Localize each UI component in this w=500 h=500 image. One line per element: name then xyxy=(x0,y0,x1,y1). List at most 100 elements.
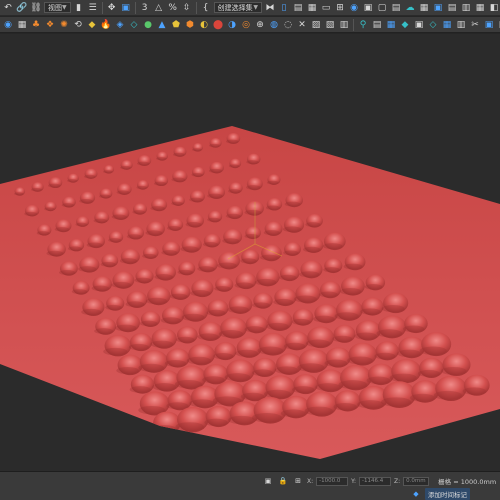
script-icon[interactable]: ◉ xyxy=(2,19,14,31)
plugin-icon-9[interactable]: ⬟ xyxy=(170,19,182,31)
plugin-icon-18[interactable]: ▨ xyxy=(310,19,322,31)
toggle-ribbon-icon[interactable]: ▦ xyxy=(306,2,318,14)
surface-bump-shadow xyxy=(172,152,185,157)
surface-bump-shadow xyxy=(185,222,202,227)
plugin-icon-15[interactable]: ⊕ xyxy=(254,19,266,31)
surface-bump-shadow xyxy=(273,298,294,306)
surface-bump-shadow xyxy=(150,206,165,211)
rendered-frame-icon[interactable]: ▢ xyxy=(376,2,388,14)
add-time-tag-button[interactable]: 添加时间标记 xyxy=(425,488,470,500)
surface-bump-shadow xyxy=(313,315,335,323)
surface-bump-shadow xyxy=(111,281,132,288)
align-icon[interactable]: ▯ xyxy=(278,2,290,14)
lock-icon[interactable]: ⛓ xyxy=(30,2,42,14)
reference-coord-dropdown[interactable]: 视图 ▼ xyxy=(44,2,71,13)
plugin-icon-26[interactable]: ◇ xyxy=(427,19,439,31)
plugin-icon-28[interactable]: ▥ xyxy=(455,19,467,31)
surface-bump-shadow xyxy=(280,409,306,418)
surface-bump-shadow xyxy=(166,402,189,410)
plugin-icon-1[interactable]: ❖ xyxy=(44,19,56,31)
plugin-icon-4[interactable]: ◆ xyxy=(86,19,98,31)
plugin-icon-3[interactable]: ⟲ xyxy=(72,19,84,31)
surface-bump-shadow xyxy=(161,250,178,256)
surface-bump-shadow xyxy=(206,309,226,316)
y-coordinate-field[interactable]: -1146.4 xyxy=(359,476,392,486)
layer-explorer-icon[interactable]: ▤ xyxy=(292,2,304,14)
link-icon[interactable]: 🔗 xyxy=(16,2,28,14)
plugin-icon-8[interactable]: ▲ xyxy=(156,19,168,31)
snap-toggle-icon[interactable]: 3 xyxy=(139,2,151,14)
plugin-icon-23[interactable]: ▦ xyxy=(385,19,397,31)
surface-bump-shadow xyxy=(145,297,168,305)
plugin-icon-2[interactable]: ✺ xyxy=(58,19,70,31)
surface-bump-shadow xyxy=(67,179,78,183)
select-by-name-icon[interactable]: ☰ xyxy=(87,2,99,14)
surface-bump-shadow xyxy=(299,271,320,278)
undo-icon[interactable]: ↶ xyxy=(2,2,14,14)
surface-bump-shadow xyxy=(225,139,239,144)
plugin-icon-13[interactable]: ◑ xyxy=(226,19,238,31)
plugin-icon-11[interactable]: ◐ xyxy=(198,19,210,31)
surface-bump-shadow xyxy=(156,157,167,161)
plugin-icon-27[interactable]: ▦ xyxy=(441,19,453,31)
plugin-icon-22[interactable]: ▤ xyxy=(371,19,383,31)
surface-bump-shadow xyxy=(244,209,262,216)
asset-library-icon[interactable]: ▤ xyxy=(446,2,458,14)
plugin-icon-6[interactable]: ◇ xyxy=(128,19,140,31)
surface-bump-shadow xyxy=(145,230,163,236)
material-editor-icon[interactable]: ◉ xyxy=(348,2,360,14)
plugin-icon-7[interactable]: ● xyxy=(142,19,154,31)
tree-icon[interactable]: ♣ xyxy=(30,19,42,31)
render-production-icon[interactable]: ▤ xyxy=(390,2,402,14)
render-icon[interactable]: ▦ xyxy=(418,2,430,14)
plugin-icon-16[interactable]: ◍ xyxy=(268,19,280,31)
close-icon[interactable]: ✕ xyxy=(296,19,308,31)
perspective-viewport[interactable] xyxy=(0,34,500,471)
plugin-icon-5[interactable]: ◈ xyxy=(114,19,126,31)
absolute-mode-icon[interactable]: ⊞ xyxy=(292,477,304,486)
curve-editor-icon[interactable]: ▭ xyxy=(320,2,332,14)
mirror-icon[interactable]: ⧓ xyxy=(264,2,276,14)
surface-bump-shadow xyxy=(202,242,219,247)
grid-icon[interactable]: ▦ xyxy=(16,19,28,31)
plugin-icon-20[interactable]: ▥ xyxy=(338,19,350,31)
plugin-icon-30[interactable]: ▣ xyxy=(483,19,495,31)
render-setup-icon[interactable]: ▣ xyxy=(362,2,374,14)
surface-bump-shadow xyxy=(128,343,149,351)
plugin-icon-24[interactable]: ◆ xyxy=(399,19,411,31)
surface-bump-shadow xyxy=(244,233,259,239)
plugin-icon-12[interactable]: ⬤ xyxy=(212,19,224,31)
percent-snap-icon[interactable]: % xyxy=(167,2,179,14)
spinner-snap-icon[interactable]: ⇳ xyxy=(181,2,193,14)
extra-icon[interactable]: ▦ xyxy=(474,2,486,14)
surface-bump-shadow xyxy=(274,366,299,374)
percent-snap-label: % xyxy=(168,2,177,13)
fire-icon[interactable]: 🔥 xyxy=(100,19,112,31)
z-coordinate-field[interactable]: 0.0mm xyxy=(403,476,430,486)
pivot-icon[interactable]: ▣ xyxy=(120,2,132,14)
isolate-icon[interactable]: ▣ xyxy=(262,477,274,486)
angle-snap-icon[interactable]: △ xyxy=(153,2,165,14)
edit-named-selection-icon[interactable]: { xyxy=(200,2,212,14)
named-selection-dropdown[interactable]: 创建选择集 ▼ xyxy=(213,2,262,13)
plugin-icon-10[interactable]: ⬢ xyxy=(184,19,196,31)
lock-selection-icon[interactable]: 🔒 xyxy=(277,477,289,486)
noise-surface-render[interactable] xyxy=(0,34,500,471)
surface-bump-shadow xyxy=(36,231,50,236)
viewport-icon[interactable]: ▥ xyxy=(460,2,472,14)
plugin-icon-25[interactable]: ▣ xyxy=(413,19,425,31)
surface-bump-shadow xyxy=(181,313,205,321)
plugin-icon-14[interactable]: ◎ xyxy=(240,19,252,31)
extra-icon-2[interactable]: ◧ xyxy=(488,2,500,14)
surface-bump-shadow xyxy=(397,349,422,358)
open-a360-icon[interactable]: ▣ xyxy=(432,2,444,14)
schematic-view-icon[interactable]: ⊞ xyxy=(334,2,346,14)
plugin-icon-29[interactable]: ✂ xyxy=(469,19,481,31)
move-icon[interactable]: ✥ xyxy=(106,2,118,14)
plugin-icon-19[interactable]: ▧ xyxy=(324,19,336,31)
plugin-icon-21[interactable]: ⚲ xyxy=(357,19,369,31)
render-online-icon[interactable]: ☁ xyxy=(404,2,416,14)
select-object-icon[interactable]: ▮ xyxy=(73,2,85,14)
plugin-icon-17[interactable]: ◌ xyxy=(282,19,294,31)
x-coordinate-field[interactable]: -1000.0 xyxy=(316,476,349,486)
